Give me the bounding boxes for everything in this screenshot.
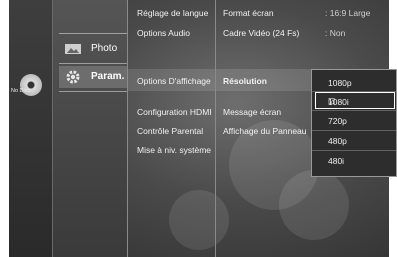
resolution-option-1080p[interactable]: 1080p (312, 74, 396, 91)
nav-item-settings[interactable]: Param. (59, 66, 127, 88)
resolution-option-480i[interactable]: 480i (312, 152, 396, 169)
resolution-label[interactable]: Résolution (223, 76, 267, 86)
disc-panel: No Disc (9, 0, 52, 257)
submenu-item-parental[interactable]: Contrôle Parental (137, 126, 203, 136)
resolution-option-720p[interactable]: 720p (312, 112, 396, 129)
message-label[interactable]: Message écran (223, 107, 281, 117)
submenu-item-langue[interactable]: Réglage de langue (137, 8, 208, 18)
option-divider (312, 130, 396, 131)
submenu-item-affichage[interactable]: Options D'affichage (137, 76, 211, 86)
settings-submenu: Réglage de langue Options Audio Options … (127, 0, 216, 257)
nav-item-photo[interactable]: Photo (59, 38, 127, 60)
submenu-item-audio[interactable]: Options Audio (137, 28, 190, 38)
gear-icon (66, 70, 80, 84)
submenu-item-update[interactable]: Mise à niv. système (137, 145, 211, 155)
format-value: : 16:9 Large (325, 8, 371, 18)
format-label[interactable]: Format écran (223, 8, 274, 18)
cadre-label[interactable]: Cadre Vidéo (24 Fs) (223, 28, 299, 38)
nav-item-label: Photo (91, 43, 118, 54)
submenu-item-hdmi[interactable]: Configuration HDMI (137, 107, 212, 117)
nav-divider (59, 63, 127, 64)
resolution-dropdown[interactable]: 1080p ☑ 1080i 720p 480p 480i (311, 69, 397, 177)
affichage-label[interactable]: Affichage du Panneau (223, 126, 307, 136)
resolution-option-480p[interactable]: 480p (312, 132, 396, 149)
resolution-option-1080i[interactable]: ☑ 1080i (315, 92, 395, 109)
cadre-value: : Non (325, 28, 346, 38)
nav-item-label: Param. (91, 71, 125, 82)
option-divider (312, 150, 396, 151)
photo-icon (65, 44, 81, 54)
nav-divider (59, 33, 127, 34)
nav-divider (59, 91, 127, 92)
main-nav: Photo Param. (52, 0, 127, 257)
option-divider (312, 110, 396, 111)
disc-label: No Disc (11, 88, 31, 94)
